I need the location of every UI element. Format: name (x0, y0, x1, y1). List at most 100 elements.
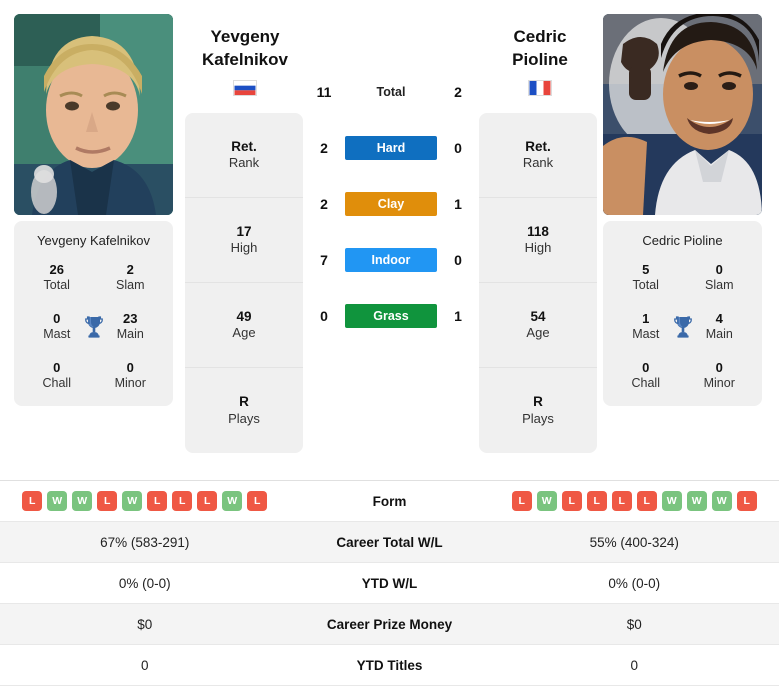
left-ytd-wl: 0% (0-0) (118, 575, 171, 591)
flag-france-icon (528, 79, 552, 96)
form-badge-w[interactable]: W (711, 491, 732, 511)
surface-pill-clay[interactable]: Clay (345, 192, 437, 216)
right-stat-box: Ret. Rank 118 High 54 Age R Plays (479, 113, 597, 453)
stat-rank-value: Ret. (525, 138, 551, 154)
row-label-form: Form (372, 493, 407, 509)
left-form-cell: LWWLWLLLWL (0, 491, 290, 511)
surface-pill-indoor[interactable]: Indoor (345, 248, 437, 272)
right-player-first-name: Cedric (513, 27, 567, 46)
titles-chall: 0 Chall (20, 360, 94, 392)
titles-minor-value: 0 (715, 359, 723, 375)
h2h-indoor-right: 0 (454, 252, 462, 268)
right-form-cell: LWLLLLWWWL (490, 491, 779, 511)
stat-age-label: Age (526, 325, 550, 341)
titles-total: 5 Total (609, 262, 683, 294)
stat-age-value: 49 (236, 308, 252, 324)
right-career-total-wl: 55% (400-324) (589, 534, 679, 550)
form-badge-l[interactable]: L (97, 491, 118, 511)
stat-high-label: High (524, 240, 552, 256)
titles-chall: 0 Chall (609, 360, 683, 392)
titles-total-value: 26 (49, 262, 64, 277)
row-label-career-total-wl: Career Total W/L (336, 534, 443, 550)
row-label-ytd-wl: YTD W/L (361, 575, 418, 591)
titles-slam-label: Slam (705, 278, 734, 293)
form-badge-l[interactable]: L (611, 491, 632, 511)
stat-age: 54 Age (479, 283, 597, 368)
h2h-row-grass: 0 Grass 1 (303, 288, 479, 344)
right-player-photo[interactable] (603, 14, 762, 215)
head-to-head-column: 11 Total 2 2 Hard 0 2 Clay 1 7 Indoor 0 … (303, 64, 479, 344)
h2h-row-total: 11 Total 2 (303, 64, 479, 120)
left-stat-box: Ret. Rank 17 High 49 Age R Plays (185, 113, 303, 453)
stat-rank-label: Rank (522, 155, 554, 171)
form-badge-l[interactable]: L (586, 491, 607, 511)
left-player-card-name: Yevgeny Kafelnikov (37, 233, 150, 248)
h2h-hard-right: 0 (454, 140, 462, 156)
form-badge-w[interactable]: W (536, 491, 557, 511)
row-label-career-prize-money: Career Prize Money (326, 616, 453, 632)
titles-total-label: Total (632, 278, 659, 293)
h2h-clay-right: 1 (454, 196, 462, 212)
form-badge-l[interactable]: L (561, 491, 582, 511)
stat-plays-label: Plays (522, 410, 554, 426)
stat-age-value: 54 (530, 308, 546, 324)
stat-plays: R Plays (479, 368, 597, 453)
surface-pill-hard[interactable]: Hard (345, 136, 437, 160)
stat-high: 118 High (479, 198, 597, 283)
left-player-column: Yevgeny Kafelnikov 26 Total 2 Slam 0 Mas… (14, 14, 179, 406)
stat-age: 49 Age (185, 283, 303, 368)
form-badge-w[interactable]: W (47, 491, 68, 511)
table-row-career-total-wl: 67% (583-291) Career Total W/L 55% (400-… (0, 522, 779, 563)
left-career-prize-money: $0 (137, 616, 153, 632)
left-player-first-name: Yevgeny (210, 27, 280, 46)
titles-total-value: 5 (642, 262, 650, 277)
titles-chall-value: 0 (642, 359, 650, 375)
form-badge-l[interactable]: L (511, 491, 532, 511)
form-badge-l[interactable]: L (147, 491, 168, 511)
stat-plays-value: R (533, 394, 543, 410)
right-ytd-titles: 0 (630, 657, 638, 673)
h2h-hard-left: 2 (320, 140, 328, 156)
form-badge-l[interactable]: L (172, 491, 193, 511)
table-row-ytd-titles: 0 YTD Titles 0 (0, 645, 779, 686)
comparison-table: LWWLWLLLWL Form LWLLLLWWWL 67% (583-291)… (0, 480, 779, 686)
h2h-indoor-left: 7 (320, 252, 328, 268)
form-badge-l[interactable]: L (197, 491, 218, 511)
right-player-stats-column: Ret. Rank 118 High 54 Age R Plays (479, 113, 597, 453)
left-career-total-wl: 67% (583-291) (100, 534, 190, 550)
form-badge-w[interactable]: W (661, 491, 682, 511)
titles-slam-label: Slam (116, 278, 145, 293)
h2h-total-right: 2 (454, 84, 462, 100)
trophy-icon (81, 314, 107, 340)
stat-high-value: 118 (527, 223, 549, 239)
form-badge-w[interactable]: W (686, 491, 707, 511)
left-player-photo[interactable] (14, 14, 173, 215)
right-player-name-header[interactable]: Cedric Pioline (475, 26, 605, 96)
h2h-total-label: Total (376, 85, 406, 99)
titles-total-label: Total (43, 278, 70, 293)
form-badge-w[interactable]: W (72, 491, 93, 511)
h2h-grass-right: 1 (454, 308, 462, 324)
h2h-clay-left: 2 (320, 196, 328, 212)
surface-pill-grass[interactable]: Grass (345, 304, 437, 328)
titles-slam-value: 0 (715, 262, 723, 277)
left-titles-grid: 26 Total 2 Slam 0 Mast 23 Main 0 Chall 0… (20, 262, 167, 392)
form-badge-w[interactable]: W (122, 491, 143, 511)
stat-high: 17 High (185, 198, 303, 283)
right-ytd-wl: 0% (0-0) (608, 575, 661, 591)
player-comparison-header: Yevgeny Kafelnikov 26 Total 2 Slam 0 Mas… (0, 0, 779, 480)
form-badge-l[interactable]: L (22, 491, 43, 511)
right-player-column: Cedric Pioline 5 Total 0 Slam 1 Mast 4 M… (603, 14, 768, 406)
titles-chall-label: Chall (631, 376, 661, 390)
titles-minor-label: Minor (114, 376, 146, 390)
titles-chall-value: 0 (53, 359, 61, 375)
form-badge-w[interactable]: W (222, 491, 243, 511)
stat-rank-value: Ret. (231, 138, 257, 154)
left-player-name-header[interactable]: Yevgeny Kafelnikov (180, 26, 310, 96)
h2h-row-hard: 2 Hard 0 (303, 120, 479, 176)
form-badge-l[interactable]: L (736, 491, 757, 511)
left-player-last-name: Kafelnikov (202, 49, 288, 69)
titles-total: 26 Total (20, 262, 94, 294)
form-badge-l[interactable]: L (247, 491, 268, 511)
form-badge-l[interactable]: L (636, 491, 657, 511)
